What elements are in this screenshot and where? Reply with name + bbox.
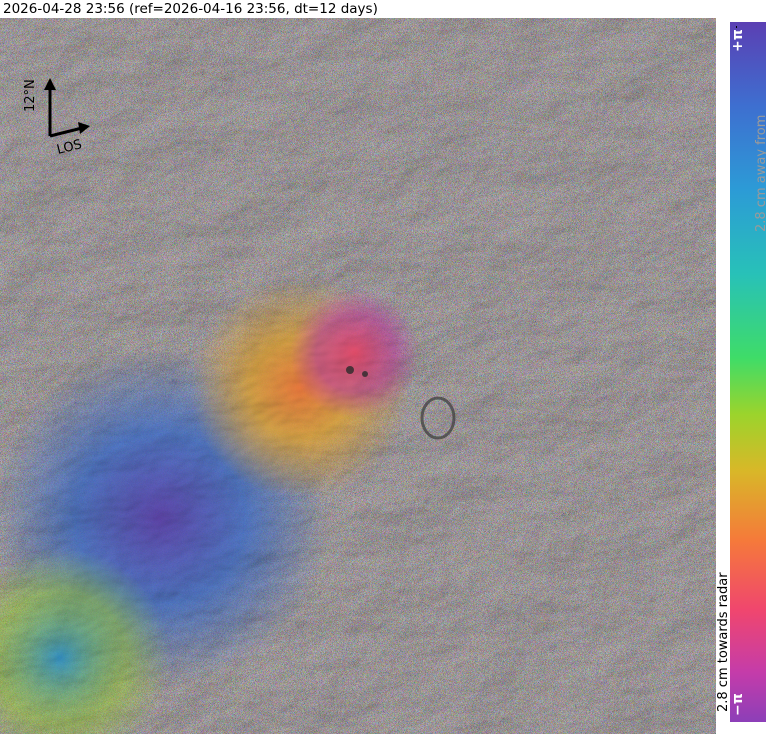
- colorbar-min-label: −π: [730, 693, 746, 716]
- compass-rose: 12°N LOS: [23, 78, 90, 158]
- interferogram-map[interactable]: 12°N LOS: [0, 18, 716, 734]
- phase-colorbar: +π 2.8 cm away from radar −π 2.8 cm towa…: [716, 18, 766, 734]
- interferogram-image: [0, 18, 716, 734]
- colorbar-gradient: +π 2.8 cm away from radar −π: [730, 22, 766, 722]
- colorbar-towards-label: 2.8 cm towards radar: [716, 572, 731, 712]
- colorbar-max-label: +π: [730, 29, 746, 52]
- north-label: 12°N: [23, 79, 38, 112]
- los-label: LOS: [55, 137, 83, 158]
- colorbar-away-label: 2.8 cm away from radar: [754, 114, 766, 232]
- colorbar-away-arrow: [736, 26, 737, 28]
- title-timestamp: 2026-04-28 23:56 (ref=2026-04-16 23:56, …: [0, 0, 719, 18]
